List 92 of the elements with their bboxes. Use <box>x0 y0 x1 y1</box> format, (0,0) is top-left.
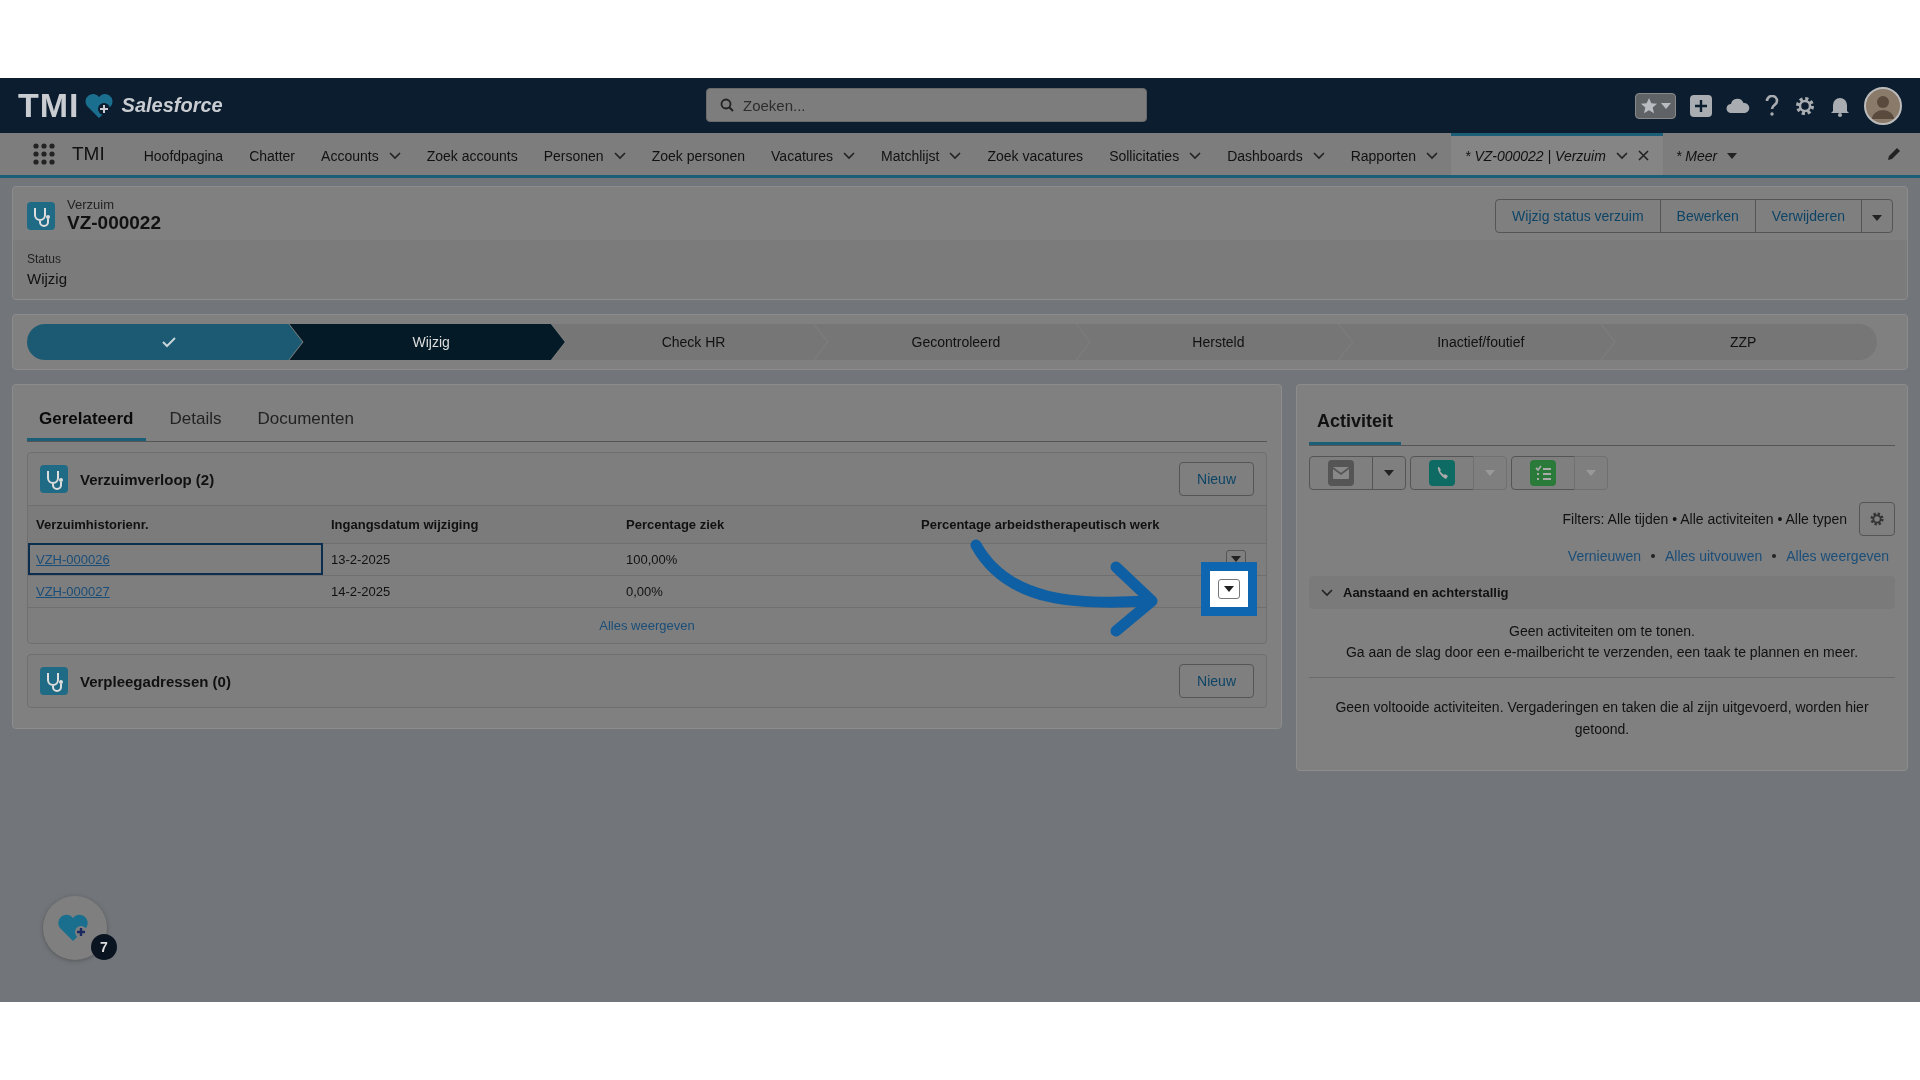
section-header[interactable]: Aanstaand en achterstallig <box>1309 576 1895 609</box>
path-stage[interactable]: Gecontroleerd <box>814 324 1090 360</box>
activity-link[interactable]: Alles uitvouwen <box>1665 548 1763 564</box>
heart-plus-icon <box>83 92 114 119</box>
nav-tab[interactable]: Hoofdpagina <box>130 133 237 175</box>
activity-link[interactable]: Alles weergeven <box>1786 548 1889 564</box>
brand-name: TMI <box>18 86 80 125</box>
separator-dot <box>1772 554 1777 558</box>
nav-tab[interactable]: Matchlijst <box>868 133 975 175</box>
nav-tab[interactable]: * Meer <box>1662 133 1751 175</box>
star-icon <box>1640 96 1658 115</box>
table-cell: 0,00% <box>626 584 663 599</box>
list-title: Verpleegadressen (0) <box>80 672 231 690</box>
action-button[interactable]: Wijzig status verzuim <box>1495 198 1661 233</box>
path-stage[interactable]: Hersteld <box>1076 324 1353 360</box>
nav-tab[interactable]: Vacatures <box>758 133 869 175</box>
nav-tab[interactable]: * VZ-000022 | Verzuim <box>1451 133 1663 175</box>
phone-icon <box>1429 460 1455 486</box>
tab[interactable]: Details <box>157 393 234 441</box>
new-button[interactable]: Nieuw <box>1179 664 1254 698</box>
table-cell: 14-2-2025 <box>331 584 391 599</box>
nav-tab[interactable]: Zoek vacatures <box>974 133 1097 175</box>
product-name: Salesforce <box>121 94 223 117</box>
search-field[interactable]: Zoeken... <box>706 88 1147 122</box>
new-button[interactable]: Nieuw <box>1179 462 1254 496</box>
activity-button[interactable] <box>1511 456 1575 490</box>
task-list-icon <box>1530 460 1556 486</box>
nav-tab[interactable]: Sollicitaties <box>1096 133 1215 175</box>
caret-icon <box>1872 214 1882 221</box>
tab[interactable]: Documenten <box>245 393 366 441</box>
stethoscope-icon <box>40 465 68 493</box>
object-label: Verzuim <box>67 197 115 212</box>
caret-icon <box>1224 586 1234 592</box>
close-icon[interactable] <box>1637 150 1649 161</box>
caret-icon <box>1586 470 1596 476</box>
settings-button[interactable] <box>1859 502 1895 536</box>
pencil-icon[interactable] <box>1886 146 1902 162</box>
check-icon <box>161 336 176 348</box>
chevron-down-icon <box>1321 588 1333 597</box>
settings-icon <box>1869 511 1885 527</box>
app-launcher-icon[interactable] <box>32 142 56 166</box>
path-stage[interactable] <box>27 324 303 360</box>
section-title: Aanstaand en achterstallig <box>1343 585 1509 600</box>
nav-tab[interactable]: Dashboards <box>1214 133 1338 175</box>
empty-message: Geen voltooide activiteiten. Vergaderingen en taken die al zijn uitgevoerd, worden hier getoond. <box>1335 699 1869 737</box>
filter-summary: Filters: Alle tijden • Alle activiteiten • Alle typen <box>1562 511 1847 527</box>
activity-link[interactable]: Vernieuwen <box>1567 548 1641 564</box>
record-link[interactable]: VZH-000027 <box>36 584 110 599</box>
path-stage[interactable]: Wijzig <box>289 324 565 360</box>
record-title: VZ-000022 <box>67 212 161 234</box>
nav-tab[interactable]: Rapporten <box>1337 133 1452 175</box>
record-link[interactable]: VZH-000026 <box>36 552 110 567</box>
field-label: Status <box>27 252 63 266</box>
tab[interactable]: Gerelateerd <box>27 393 146 441</box>
settings-icon[interactable] <box>1794 94 1816 117</box>
action-button[interactable]: Verwijderen <box>1754 198 1862 233</box>
caret-icon <box>1485 470 1495 476</box>
view-all-link[interactable]: Alles weergeven <box>599 618 695 633</box>
favorites-button[interactable] <box>1635 92 1676 119</box>
email-icon <box>1328 460 1354 486</box>
help-icon[interactable] <box>1764 94 1780 117</box>
nav-tab[interactable]: Accounts <box>308 133 414 175</box>
row-menu-button[interactable] <box>1201 562 1257 616</box>
stethoscope-icon <box>40 667 68 695</box>
count-badge: 7 <box>91 934 117 960</box>
path-stage[interactable]: ZZP <box>1601 324 1877 360</box>
action-button[interactable]: Bewerken <box>1659 198 1756 233</box>
list-title: Verzuimverloop (2) <box>80 470 215 488</box>
nav-tab[interactable]: Zoek accounts <box>413 133 531 175</box>
stethoscope-icon <box>27 201 55 230</box>
table-cell: 100,00% <box>626 552 678 567</box>
add-icon[interactable] <box>1690 94 1712 117</box>
caret-icon <box>1661 102 1671 109</box>
table-cell: 13-2-2025 <box>331 552 391 567</box>
empty-message: Ga aan de slag door een e-mailbericht te verzenden, een taak te plannen en meer. <box>1344 643 1860 662</box>
tab[interactable]: Activiteit <box>1309 393 1402 445</box>
separator-dot <box>1651 554 1655 558</box>
activity-button[interactable] <box>1309 456 1373 490</box>
path-stage[interactable]: Inactief/foutief <box>1339 324 1615 360</box>
nav-tab[interactable]: Personen <box>530 133 639 175</box>
dropdown-button[interactable] <box>1372 456 1406 490</box>
avatar[interactable] <box>1864 86 1902 125</box>
empty-message: Geen activiteiten om te tonen. <box>1508 622 1696 641</box>
caret-icon <box>1384 470 1394 476</box>
nav-tab[interactable]: Chatter <box>236 133 309 175</box>
more-actions-button[interactable] <box>1861 198 1893 233</box>
field-value: Wijzig <box>27 270 67 287</box>
utility-button[interactable] <box>43 896 107 960</box>
path-stage[interactable]: Check HR <box>551 324 828 360</box>
nav-tab[interactable]: Zoek personen <box>638 133 759 175</box>
search-icon <box>720 98 734 112</box>
app-name: TMI <box>72 143 105 165</box>
